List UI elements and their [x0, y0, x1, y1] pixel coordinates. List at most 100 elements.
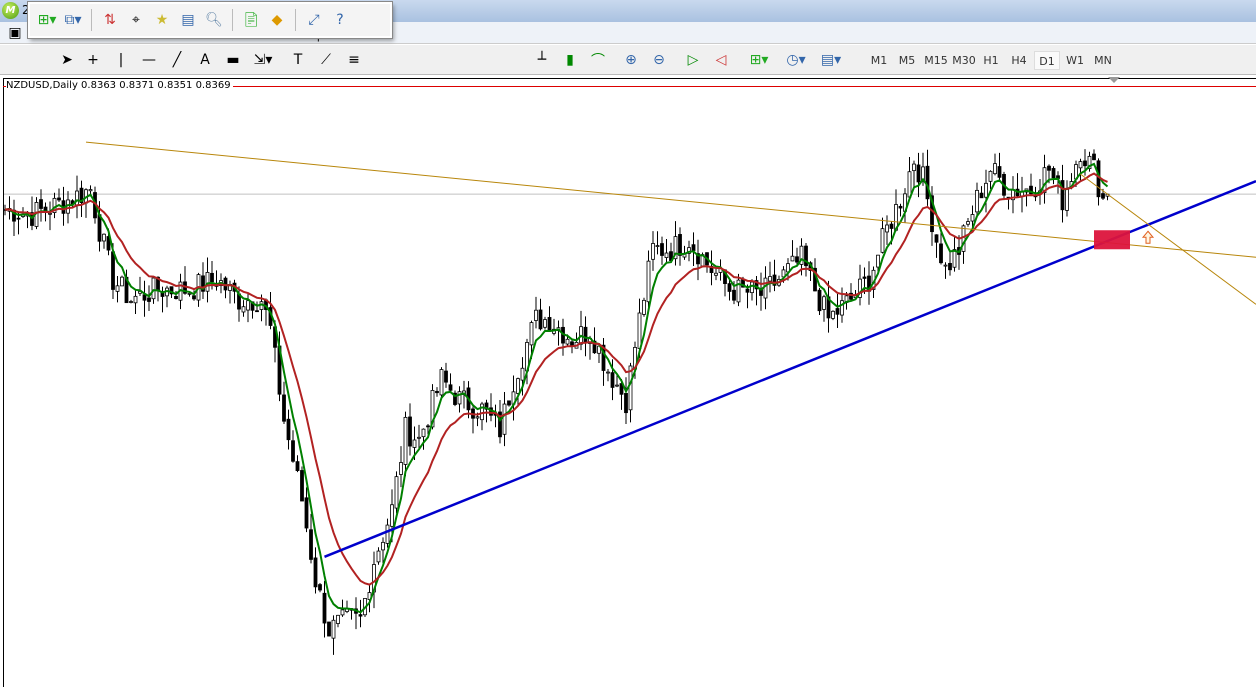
bear-candle [898, 205, 903, 209]
terminal-icon[interactable]: ▤ [177, 9, 199, 31]
bull-candle [412, 439, 417, 448]
bull-candle [646, 260, 651, 303]
bull-candle [993, 163, 997, 175]
bull-candle [390, 504, 394, 527]
bear-candle [1092, 153, 1096, 161]
bear-candle [435, 390, 439, 394]
bull-candle [750, 281, 754, 294]
bear-candle [295, 461, 300, 472]
bear-candle [939, 243, 943, 264]
bear-candle [282, 394, 286, 422]
bear-candle [39, 199, 43, 209]
bull-candle [529, 322, 534, 346]
bear-candle [507, 400, 511, 406]
data-window-icon[interactable]: ⌖ [125, 9, 147, 31]
new-chart-icon[interactable]: ⊞▾ [36, 9, 58, 31]
bull-candle [394, 476, 399, 509]
bull-candle [961, 225, 966, 252]
bear-candle [300, 470, 304, 502]
bear-candle [291, 440, 295, 462]
bull-candle [475, 416, 480, 419]
help-icon[interactable]: ? [329, 9, 351, 31]
profiles-icon[interactable]: ⧉▾ [62, 9, 84, 31]
bull-candle [885, 224, 889, 233]
bear-candle [1047, 165, 1051, 171]
bear-candle [660, 243, 664, 256]
bear-candle [817, 289, 822, 312]
bear-candle [678, 234, 682, 256]
bull-candle [664, 252, 669, 258]
bull-candle [628, 365, 633, 411]
bull-candle [502, 403, 507, 435]
bull-candle [763, 277, 768, 299]
bear-candle [408, 416, 412, 447]
bull-candle [831, 310, 835, 319]
bear-candle [691, 244, 696, 251]
bull-candle [331, 619, 336, 639]
bull-candle [651, 243, 655, 260]
bull-candle [1065, 188, 1069, 211]
bear-candle [318, 584, 322, 591]
bear-candle [948, 262, 952, 271]
bear-candle [57, 197, 61, 201]
bear-candle [889, 223, 894, 229]
bear-candle [727, 283, 732, 292]
bear-candle [174, 295, 178, 299]
bull-candle [876, 254, 880, 268]
fullscreen-icon[interactable]: ⤢ [303, 9, 325, 31]
bear-candle [97, 214, 102, 242]
bull-candle [970, 214, 975, 222]
bear-candle [142, 294, 147, 301]
bear-candle [147, 297, 151, 302]
navigator-icon[interactable]: ★ [151, 9, 173, 31]
bear-candle [745, 288, 750, 293]
bear-candle [1101, 193, 1105, 199]
bull-candle [1042, 167, 1047, 194]
bear-candle [862, 276, 867, 279]
bear-candle [444, 370, 448, 383]
new-order-icon[interactable]: 📄︎ [240, 9, 262, 31]
bull-candle [534, 309, 538, 321]
bull-candle [417, 436, 421, 439]
chart-symbol-label: NZDUSD,Daily 0.8363 0.8371 0.8351 0.8369 [6, 80, 233, 91]
bear-candle [327, 621, 331, 637]
bull-candle [241, 306, 246, 313]
bull-candle [376, 550, 381, 563]
bear-candle [111, 251, 115, 290]
bear-candle [934, 234, 939, 243]
market-watch-icon[interactable]: ⇅ [99, 9, 121, 31]
bull-candle [129, 301, 133, 303]
bull-candle [966, 221, 970, 225]
strategy-tester-icon[interactable]: 🔍︎ [203, 9, 225, 31]
bull-candle [421, 428, 426, 438]
bull-candle [480, 403, 484, 421]
bull-candle [336, 614, 340, 624]
bull-candle [565, 338, 570, 345]
bear-candle [795, 256, 799, 263]
bear-candle [16, 217, 21, 220]
bull-candle [606, 371, 610, 374]
bull-candle [912, 163, 916, 172]
bear-candle [835, 308, 840, 315]
bull-candle [984, 182, 988, 198]
bull-candle [120, 276, 124, 287]
bear-candle [322, 592, 327, 624]
bull-candle [768, 276, 772, 282]
bull-candle [133, 295, 138, 304]
bear-candle [538, 309, 543, 330]
bear-candle [925, 165, 930, 200]
bull-candle [399, 462, 403, 475]
bull-candle [1078, 161, 1083, 169]
bear-candle [192, 295, 196, 300]
up-arrow-icon [1141, 230, 1155, 244]
bull-candle [48, 212, 52, 215]
bull-candle [615, 384, 619, 387]
bull-candle [75, 190, 79, 207]
bear-candle [304, 497, 309, 529]
bear-candle [732, 289, 736, 301]
chart-plot [3, 77, 1256, 655]
expert-advisors-icon[interactable]: ◆ [266, 9, 288, 31]
chart-shift-marker-icon [1108, 77, 1120, 83]
bull-candle [714, 272, 718, 276]
bear-candle [1083, 160, 1087, 167]
